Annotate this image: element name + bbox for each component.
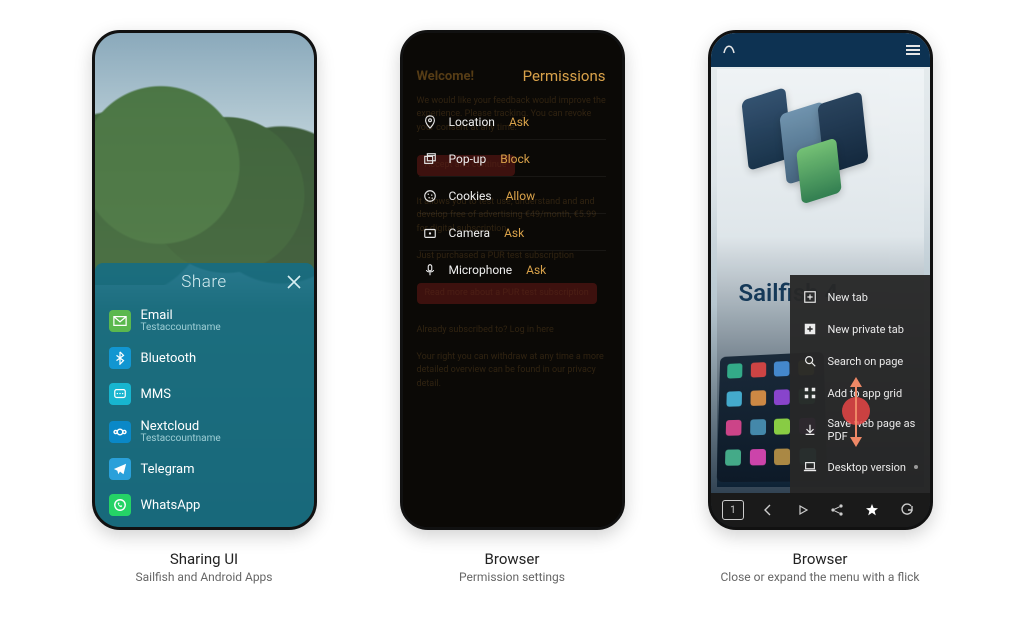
phone-browser: Sailfish 4 New tabNew private tabSearch … [708, 30, 933, 530]
location-icon [421, 113, 439, 131]
phone-permissions: Welcome! We would like your feedback wou… [400, 30, 625, 530]
tab-count-button[interactable]: 1 [717, 498, 750, 522]
share-item-bluetooth[interactable]: Bluetooth [95, 340, 314, 376]
menu-item-add-to-app-grid[interactable]: Add to app grid [790, 377, 930, 409]
grid-icon [802, 385, 818, 401]
mms-icon [109, 383, 131, 405]
menu-item-label: Search on page [828, 355, 904, 368]
share-item-mms[interactable]: MMS [95, 376, 314, 412]
perm-value: Ask [526, 263, 546, 277]
permissions-title: Permissions [523, 67, 606, 85]
email-icon [109, 310, 131, 332]
perm-value: Ask [509, 115, 529, 129]
play-icon[interactable] [786, 498, 819, 522]
perm-label: Pop-up [449, 152, 487, 166]
perm-row-microphone[interactable]: Microphone Ask [419, 253, 606, 287]
menu-item-desktop-version[interactable]: Desktop version [790, 451, 930, 483]
cookie-icon [421, 187, 439, 205]
whatsapp-icon [109, 494, 131, 516]
caption-title: Browser [721, 550, 920, 568]
camera-icon [421, 224, 439, 242]
hamburger-icon[interactable] [906, 43, 920, 57]
download-icon [802, 422, 818, 438]
caption-sub: Sailfish and Android Apps [136, 570, 273, 584]
perm-value: Ask [504, 226, 524, 240]
share-icon[interactable] [821, 498, 854, 522]
menu-item-new-tab[interactable]: New tab [790, 281, 930, 313]
mic-icon [421, 261, 439, 279]
bluetooth-icon [109, 347, 131, 369]
share-item-telegram[interactable]: Telegram [95, 451, 314, 487]
perm-row-camera[interactable]: Camera Ask [419, 216, 606, 251]
share-item-label: WhatsApp [141, 498, 201, 513]
menu-item-label: New private tab [828, 323, 904, 336]
menu-item-label: Desktop version [828, 461, 907, 474]
menu-item-search-on-page[interactable]: Search on page [790, 345, 930, 377]
caption-sub: Close or expand the menu with a flick [721, 570, 920, 584]
perm-value: Allow [506, 189, 536, 203]
caption-title: Browser [459, 550, 565, 568]
perm-value: Block [500, 152, 530, 166]
share-header: Share [95, 263, 314, 301]
perm-row-cookies[interactable]: Cookies Allow [419, 179, 606, 214]
menu-item-new-private-tab[interactable]: New private tab [790, 313, 930, 345]
nextcloud-icon [109, 421, 131, 443]
laptop-icon [802, 459, 818, 475]
share-item-sublabel: Testaccountname [141, 433, 221, 444]
caption-title: Sharing UI [136, 550, 273, 568]
logo-icon [721, 40, 737, 60]
plus-box-icon [802, 289, 818, 305]
perm-label: Camera [449, 226, 491, 240]
browser-toolbar: 1 [711, 493, 930, 527]
telegram-icon [109, 458, 131, 480]
popup-icon [421, 150, 439, 168]
back-icon[interactable] [751, 498, 784, 522]
browser-menu: New tab New private tab Search on page Add … [790, 275, 930, 495]
caption-sub: Permission settings [459, 570, 565, 584]
menu-item-label: New tab [828, 291, 868, 304]
share-panel: Share EmailTestaccountnameBluetoothMMSNe… [95, 263, 314, 527]
menu-item-label: Save web page as PDF [828, 417, 918, 443]
perm-label: Microphone [449, 263, 513, 277]
perm-label: Cookies [449, 189, 492, 203]
perm-row-pop-up[interactable]: Pop-up Block [419, 142, 606, 177]
share-item-email[interactable]: EmailTestaccountname [95, 301, 314, 340]
permissions-list: Location Ask Pop-up Block Cookies Allow Camera… [419, 105, 606, 287]
share-item-whatsapp[interactable]: WhatsApp [95, 487, 314, 523]
share-item-nextcloud[interactable]: NextcloudTestaccountname [95, 412, 314, 451]
perm-label: Location [449, 115, 495, 129]
reload-icon[interactable] [891, 498, 924, 522]
share-item-label: Nextcloud [141, 419, 221, 434]
wallpaper-forest [95, 85, 314, 285]
menu-item-save-web-page-as-pdf[interactable]: Save web page as PDF [790, 409, 930, 451]
share-item-label: MMS [141, 387, 171, 402]
indicator-dot-icon [914, 465, 918, 469]
share-item-label: Bluetooth [141, 351, 197, 366]
perm-row-location[interactable]: Location Ask [419, 105, 606, 140]
share-item-label: Telegram [141, 462, 195, 477]
star-icon[interactable] [856, 498, 889, 522]
plus-box-filled-icon [802, 321, 818, 337]
menu-item-label: Add to app grid [828, 387, 903, 400]
share-title: Share [95, 272, 314, 292]
browser-topbar [711, 33, 930, 67]
share-item-sublabel: Testaccountname [141, 322, 221, 333]
close-icon[interactable] [286, 274, 302, 290]
share-item-label: Email [141, 308, 221, 323]
search-icon [802, 353, 818, 369]
phone-sharing: Share EmailTestaccountnameBluetoothMMSNe… [92, 30, 317, 530]
